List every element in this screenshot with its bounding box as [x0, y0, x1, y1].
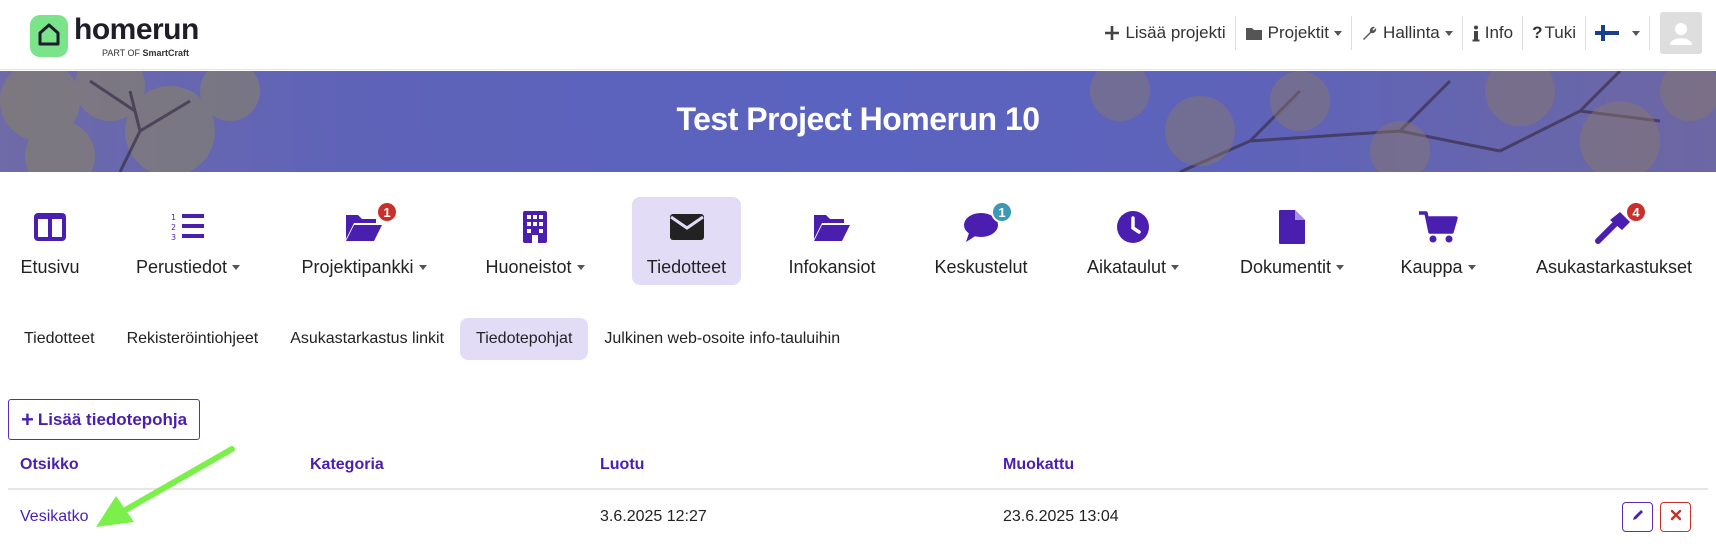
notification-badge: 1	[376, 201, 398, 223]
building-icon	[522, 207, 548, 247]
add-project-label: Lisää projekti	[1125, 23, 1226, 42]
question-icon: ?	[1532, 23, 1543, 42]
folder-open-icon	[812, 207, 852, 247]
column-header-muokattu[interactable]: Muokattu	[1003, 456, 1074, 474]
user-menu[interactable]	[1649, 12, 1716, 54]
svg-text:3: 3	[171, 233, 176, 242]
caret-down-icon	[576, 265, 585, 270]
column-header-kategoria[interactable]: Kategoria	[310, 456, 384, 474]
plus-icon: +	[21, 406, 34, 432]
edit-button[interactable]	[1622, 502, 1653, 532]
user-avatar-icon	[1660, 12, 1702, 54]
tab-tiedotteet[interactable]: Tiedotteet	[8, 318, 111, 360]
table-row: Vesikatko 3.6.2025 12:27 23.6.2025 13:04	[8, 490, 1708, 546]
project-banner: Test Project Homerun 10	[0, 71, 1716, 172]
template-title-link[interactable]: Vesikatko	[20, 508, 88, 526]
tab-julkinen-web-osoite[interactable]: Julkinen web-osoite info-tauluihin	[588, 318, 856, 360]
table-header-row: Otsikko Kategoria Luotu Muokattu	[8, 444, 1708, 490]
module-label: Perustiedot	[136, 257, 241, 278]
logo-subtitle: PART OF SmartCraft	[102, 47, 190, 58]
home-icon	[30, 15, 68, 57]
folder-open-icon: 1	[344, 201, 398, 247]
tab-tiedotepohjat[interactable]: Tiedotepohjat	[460, 318, 589, 360]
module-label: Dokumentit	[1240, 257, 1345, 278]
caret-down-icon	[1444, 30, 1453, 36]
plus-icon	[1104, 25, 1120, 41]
module-label: Keskustelut	[934, 257, 1028, 277]
module-perustiedot[interactable]: 123 Perustiedot	[128, 197, 248, 285]
admin-dropdown[interactable]: Hallinta	[1351, 16, 1462, 50]
top-nav-menu: Lisää projekti Projektit Hallinta Info ?…	[1095, 0, 1716, 66]
caret-down-icon	[1171, 265, 1180, 270]
module-label: Huoneistot	[485, 257, 585, 278]
logo-wordmark: homerun	[74, 12, 199, 46]
add-template-label: Lisää tiedotepohja	[37, 409, 188, 429]
project-title: Test Project Homerun 10	[676, 101, 1040, 137]
projects-label: Projektit	[1267, 23, 1330, 42]
tab-rekisterointiohjeet[interactable]: Rekisteröintiohjeet	[111, 318, 275, 360]
hammer-icon: 4	[1595, 201, 1647, 247]
caret-down-icon	[418, 265, 427, 270]
module-label: Aikataulut	[1087, 257, 1180, 278]
clock-icon	[1116, 207, 1150, 247]
columns-icon	[32, 207, 68, 247]
module-aikataulut[interactable]: Aikataulut	[1080, 197, 1186, 285]
file-icon	[1278, 207, 1306, 247]
module-label: Kauppa	[1400, 257, 1476, 278]
delete-button[interactable]	[1660, 502, 1691, 532]
svg-text:1: 1	[171, 213, 176, 222]
pencil-icon	[1631, 508, 1645, 527]
module-label: Asukastarkastukset	[1535, 257, 1693, 277]
caret-down-icon	[232, 265, 241, 270]
template-modified: 23.6.2025 13:04	[1003, 508, 1119, 525]
module-label: Etusivu	[20, 257, 80, 277]
wrench-icon	[1361, 25, 1378, 42]
tab-asukastarkastus-linkit[interactable]: Asukastarkastus linkit	[274, 318, 460, 360]
module-label: Tiedotteet	[646, 257, 727, 277]
homerun-logo[interactable]: homerun PART OF SmartCraft	[30, 12, 199, 60]
sub-tabs: Tiedotteet Rekisteröintiohjeet Asukastar…	[8, 318, 856, 360]
module-label: Infokansiot	[788, 257, 876, 277]
numbered-list-icon: 123	[170, 207, 206, 247]
module-etusivu[interactable]: Etusivu	[12, 197, 88, 285]
top-navbar: homerun PART OF SmartCraft Lisää projekt…	[0, 0, 1716, 70]
module-label: Projektipankki	[301, 257, 427, 278]
admin-label: Hallinta	[1383, 23, 1440, 42]
module-asukastarkastukset[interactable]: 4 Asukastarkastukset	[1530, 197, 1698, 285]
templates-table: Otsikko Kategoria Luotu Muokattu Vesikat…	[8, 444, 1708, 546]
caret-down-icon	[1334, 30, 1343, 36]
module-kauppa[interactable]: Kauppa	[1394, 197, 1482, 285]
language-dropdown[interactable]	[1585, 16, 1649, 50]
comment-icon: 1	[963, 201, 1013, 247]
module-huoneistot[interactable]: Huoneistot	[480, 197, 590, 285]
add-project-link[interactable]: Lisää projekti	[1095, 16, 1234, 50]
info-link[interactable]: Info	[1461, 16, 1522, 50]
info-label: Info	[1484, 23, 1514, 42]
notification-badge: 4	[1625, 201, 1647, 223]
notification-badge: 1	[991, 201, 1013, 223]
svg-text:2: 2	[171, 223, 176, 232]
support-label: Tuki	[1544, 23, 1577, 42]
add-template-button[interactable]: + Lisää tiedotepohja	[8, 399, 201, 440]
column-header-otsikko[interactable]: Otsikko	[20, 456, 79, 474]
module-nav: Etusivu 123 Perustiedot 1 Projektipankki…	[0, 197, 1716, 287]
folder-icon	[1245, 26, 1263, 41]
module-keskustelut[interactable]: 1 Keskustelut	[930, 197, 1032, 285]
projects-dropdown[interactable]: Projektit	[1234, 16, 1351, 50]
info-icon	[1472, 25, 1480, 42]
caret-down-icon	[1467, 265, 1476, 270]
caret-down-icon	[1336, 265, 1345, 270]
template-created: 3.6.2025 12:27	[600, 508, 707, 525]
close-icon	[1670, 508, 1682, 526]
support-link[interactable]: ? Tuki	[1522, 16, 1585, 50]
finland-flag-icon	[1595, 25, 1619, 41]
column-header-luotu[interactable]: Luotu	[600, 456, 644, 474]
module-tiedotteet[interactable]: Tiedotteet	[632, 197, 741, 285]
module-dokumentit[interactable]: Dokumentit	[1234, 197, 1350, 285]
caret-down-icon	[1632, 30, 1640, 36]
module-projektipankki[interactable]: 1 Projektipankki	[294, 197, 434, 285]
cart-icon	[1418, 207, 1458, 247]
envelope-icon	[669, 207, 705, 247]
module-infokansiot[interactable]: Infokansiot	[782, 197, 882, 285]
